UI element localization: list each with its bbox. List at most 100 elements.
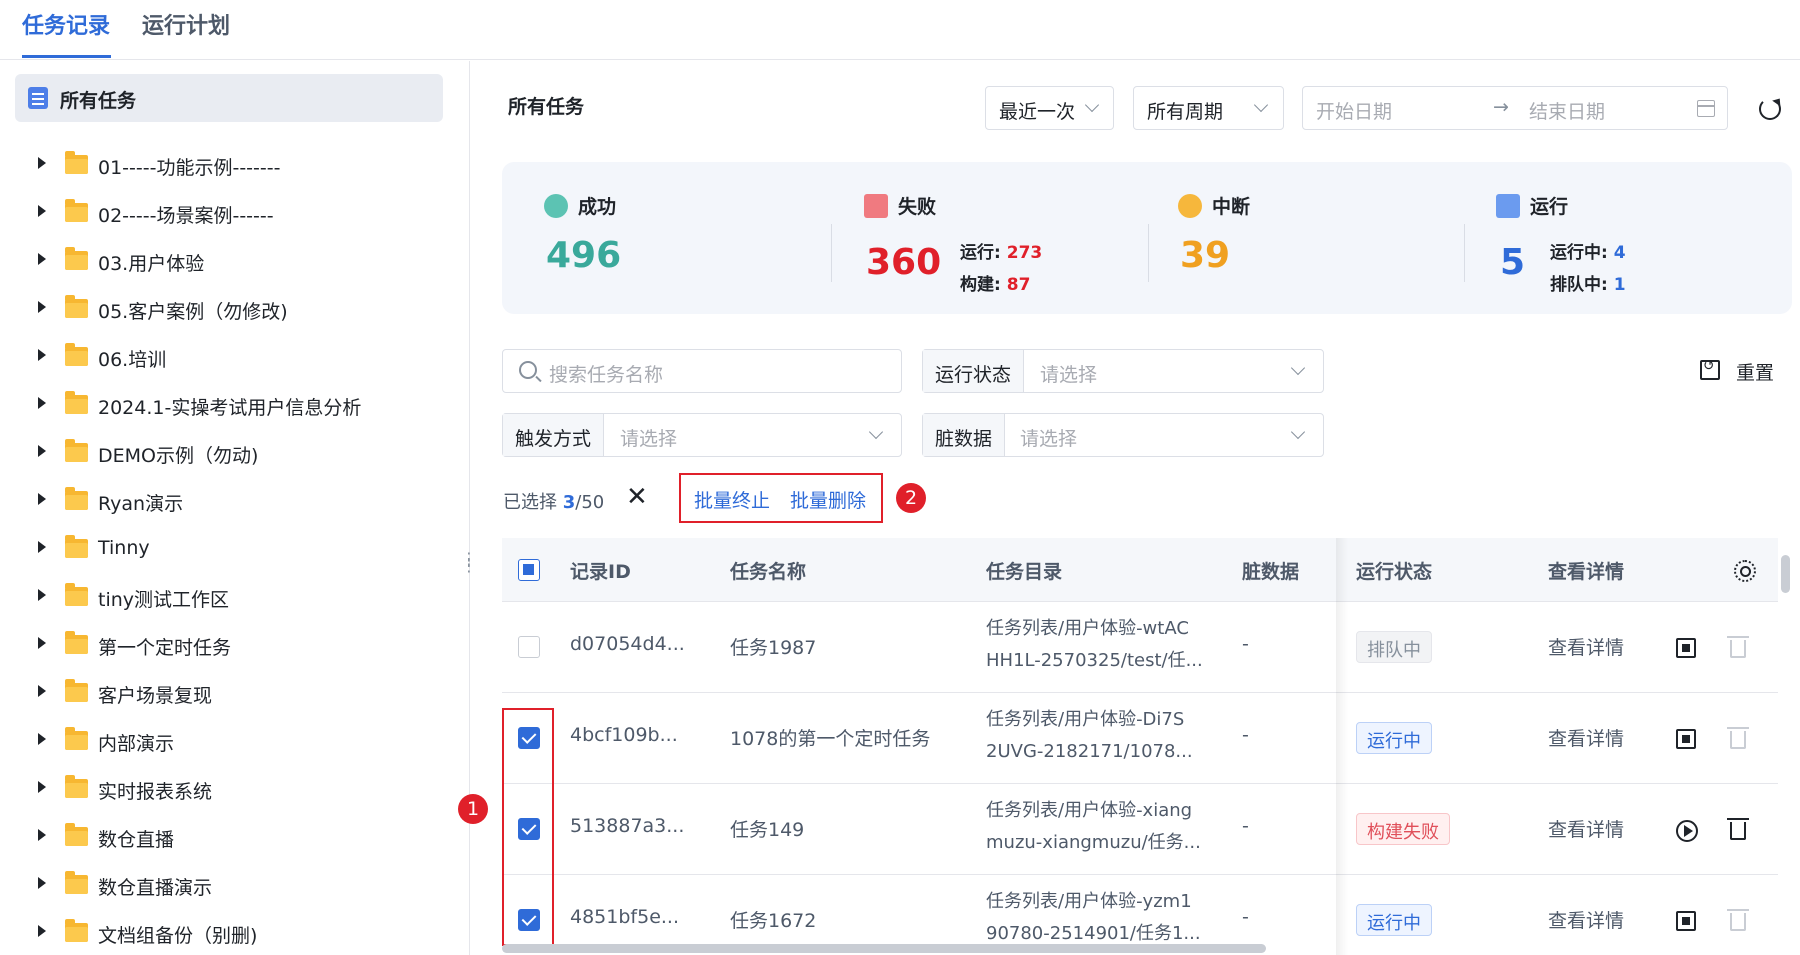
vertical-scrollbar[interactable] xyxy=(1781,555,1790,593)
period-select[interactable]: 所有周期 xyxy=(1133,86,1284,130)
task-dir: 任务列表/用户体验-Di7S 2UVG-2182171/1078... xyxy=(986,709,1193,762)
trigger-select[interactable]: 触发方式 请选择 xyxy=(502,413,902,457)
caret-right-icon[interactable] xyxy=(38,685,46,697)
folder-label: Tinny xyxy=(98,537,150,559)
view-detail-link[interactable]: 查看详情 xyxy=(1548,724,1624,751)
caret-right-icon[interactable] xyxy=(38,829,46,841)
folder-label: 数仓直播演示 xyxy=(98,877,213,899)
folder-item[interactable]: Tinny xyxy=(0,529,469,569)
folder-item[interactable]: 数仓直播演示 xyxy=(0,865,469,905)
arrow-right-icon: → xyxy=(1493,96,1509,118)
stop-icon[interactable] xyxy=(1676,638,1696,658)
task-dir: 任务列表/用户体验-yzm1 90780-2514901/任务1... xyxy=(986,891,1201,944)
date-range-picker[interactable]: 开始日期 → 结束日期 xyxy=(1302,86,1728,130)
folder-label: 客户场景复现 xyxy=(98,685,213,707)
end-date-input[interactable]: 结束日期 xyxy=(1529,97,1605,124)
caret-right-icon[interactable] xyxy=(38,733,46,745)
chevron-down-icon xyxy=(1253,97,1269,113)
tree-root-all-tasks[interactable]: 所有任务 xyxy=(15,74,443,122)
task-dir: 任务列表/用户体验-xiang muzu-xiangmuzu/任务... xyxy=(986,800,1201,853)
folder-item[interactable]: DEMO示例（勿动) xyxy=(0,433,469,473)
record-id: 513887a3... xyxy=(570,815,685,837)
folder-item[interactable]: 实时报表系统 xyxy=(0,769,469,809)
task-name: 任务149 xyxy=(730,819,805,841)
trash-icon xyxy=(1727,909,1749,931)
table-row[interactable]: d07054d4... 任务1987 任务列表/用户体验-wtAC HH1L-25… xyxy=(502,602,1778,693)
records-table: 记录ID 任务名称 任务目录 脏数据 运行状态 查看详情 d07054d4...… xyxy=(502,538,1778,955)
caret-right-icon[interactable] xyxy=(38,493,46,505)
caret-right-icon[interactable] xyxy=(38,253,46,265)
view-detail-link[interactable]: 查看详情 xyxy=(1548,815,1624,842)
folder-item[interactable]: 01-----功能示例------- xyxy=(0,145,469,185)
folder-item[interactable]: 数仓直播 xyxy=(0,817,469,857)
folder-item[interactable]: 05.客户案例（勿修改) xyxy=(0,289,469,329)
folder-item[interactable]: 内部演示 xyxy=(0,721,469,761)
batch-delete-button[interactable]: 批量删除 xyxy=(790,486,866,513)
table-row[interactable]: 4851bf5e... 任务1672 任务列表/用户体验-yzm1 90780-2… xyxy=(502,875,1778,955)
fail-run-line: 运行: 273 xyxy=(960,243,1043,263)
caret-right-icon[interactable] xyxy=(38,925,46,937)
trash-icon[interactable] xyxy=(1727,818,1749,840)
caret-right-icon[interactable] xyxy=(38,205,46,217)
fixed-column-shadow xyxy=(1336,538,1348,955)
run-status-placeholder: 请选择 xyxy=(1040,364,1098,386)
header-run-status: 运行状态 xyxy=(1356,561,1433,583)
header-view-detail: 查看详情 xyxy=(1548,561,1625,583)
search-icon xyxy=(519,361,537,379)
tab-task-records[interactable]: 任务记录 xyxy=(22,8,110,40)
folder-item[interactable]: 02-----场景案例------ xyxy=(0,193,469,233)
horizontal-scrollbar[interactable] xyxy=(502,944,1266,953)
caret-right-icon[interactable] xyxy=(38,445,46,457)
folder-item[interactable]: 第一个定时任务 xyxy=(0,625,469,665)
clear-selection-icon[interactable]: ✕ xyxy=(626,484,648,510)
folder-icon xyxy=(65,775,88,798)
caret-right-icon[interactable] xyxy=(38,877,46,889)
folder-item[interactable]: 文档组备份（别删) xyxy=(0,913,469,953)
recent-select-value: 最近一次 xyxy=(999,101,1076,123)
caret-right-icon[interactable] xyxy=(38,397,46,409)
stop-icon[interactable] xyxy=(1676,729,1696,749)
dirty-data-select[interactable]: 脏数据 请选择 xyxy=(922,413,1324,457)
tab-run-plan[interactable]: 运行计划 xyxy=(142,8,230,40)
dirty-data-label: 脏数据 xyxy=(923,414,1006,456)
folder-item[interactable]: 03.用户体验 xyxy=(0,241,469,281)
run-status-select[interactable]: 运行状态 请选择 xyxy=(922,349,1324,393)
table-row[interactable]: 513887a3... 任务149 任务列表/用户体验-xiang muzu-xi… xyxy=(502,784,1778,875)
batch-stop-button[interactable]: 批量终止 xyxy=(694,486,770,513)
folder-label: 内部演示 xyxy=(98,733,175,755)
folder-item[interactable]: Ryan演示 xyxy=(0,481,469,521)
settings-gear-icon[interactable] xyxy=(1734,560,1756,582)
stat-running-label: 运行 xyxy=(1530,196,1569,218)
stat-running-value: 5 xyxy=(1500,242,1526,283)
stat-interrupt: 中断 39 xyxy=(1136,162,1456,314)
play-icon[interactable] xyxy=(1676,820,1698,842)
caret-right-icon[interactable] xyxy=(38,781,46,793)
table-row[interactable]: 4bcf109b... 1078的第一个定时任务 任务列表/用户体验-Di7S 2… xyxy=(502,693,1778,784)
view-detail-link[interactable]: 查看详情 xyxy=(1548,633,1624,660)
stop-icon[interactable] xyxy=(1676,911,1696,931)
caret-right-icon[interactable] xyxy=(38,541,46,553)
folder-icon xyxy=(65,295,88,318)
folder-icon xyxy=(65,343,88,366)
caret-right-icon[interactable] xyxy=(38,589,46,601)
folder-label: 2024.1-实操考试用户信息分析 xyxy=(98,397,362,419)
checkbox-highlight xyxy=(502,708,554,946)
trigger-placeholder: 请选择 xyxy=(620,428,678,450)
caret-right-icon[interactable] xyxy=(38,349,46,361)
resize-handle-icon[interactable]: ⋮ ⋮ xyxy=(461,551,479,574)
header-task-name: 任务名称 xyxy=(730,561,807,583)
view-detail-link[interactable]: 查看详情 xyxy=(1548,906,1624,933)
refresh-icon[interactable] xyxy=(1759,98,1781,120)
folder-item[interactable]: 客户场景复现 xyxy=(0,673,469,713)
select-all-checkbox[interactable] xyxy=(518,559,540,581)
recent-select[interactable]: 最近一次 xyxy=(985,86,1114,130)
start-date-input[interactable]: 开始日期 xyxy=(1316,97,1392,124)
folder-item[interactable]: 06.培训 xyxy=(0,337,469,377)
caret-right-icon[interactable] xyxy=(38,157,46,169)
row-checkbox[interactable] xyxy=(518,636,540,658)
search-input[interactable]: 搜索任务名称 xyxy=(502,349,902,393)
folder-item[interactable]: 2024.1-实操考试用户信息分析 xyxy=(0,385,469,425)
caret-right-icon[interactable] xyxy=(38,637,46,649)
folder-item[interactable]: tiny测试工作区 xyxy=(0,577,469,617)
caret-right-icon[interactable] xyxy=(38,301,46,313)
